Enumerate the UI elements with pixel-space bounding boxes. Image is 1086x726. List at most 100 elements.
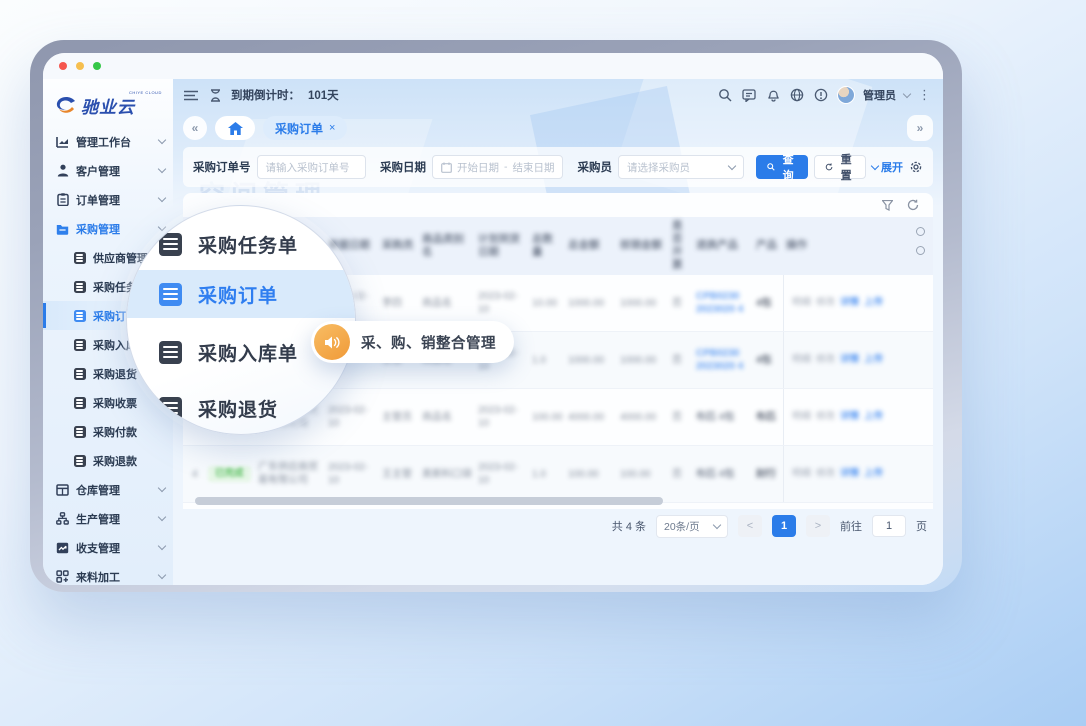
sidebar-item-收支管理[interactable]: 收支管理 bbox=[43, 533, 173, 562]
feature-tooltip: 采、购、销整合管理 bbox=[311, 321, 514, 363]
chevron-down-icon bbox=[158, 542, 166, 550]
tooltip-text: 采、购、销整合管理 bbox=[361, 332, 496, 353]
list-icon bbox=[74, 397, 86, 409]
chevron-down-icon bbox=[158, 484, 166, 492]
sidebar-item-管理工作台[interactable]: 管理工作台 bbox=[43, 127, 173, 156]
table-refresh-icon[interactable] bbox=[905, 197, 921, 213]
magnified-item-label: 采购退货 bbox=[198, 395, 278, 422]
sidebar-item-label: 管理工作台 bbox=[76, 134, 152, 150]
bell-icon[interactable] bbox=[765, 87, 781, 103]
column-header: 退换产品 bbox=[693, 239, 753, 252]
list-icon bbox=[74, 368, 86, 380]
row-action-详情[interactable]: 详情 bbox=[840, 411, 859, 423]
date-separator: - bbox=[504, 161, 508, 173]
sidebar-item-icon bbox=[56, 222, 69, 235]
row-actions: 明细修改详情上传 bbox=[783, 389, 927, 445]
globe-icon[interactable] bbox=[789, 87, 805, 103]
column-header: 是否开票 bbox=[669, 220, 693, 273]
table-cell: 100.00 bbox=[565, 468, 617, 481]
next-page-button[interactable]: > bbox=[806, 515, 830, 537]
traffic-light-close[interactable] bbox=[59, 62, 67, 70]
order-no-label: 采购订单号 bbox=[193, 159, 251, 175]
column-gear-icon[interactable] bbox=[916, 246, 925, 255]
list-icon bbox=[159, 341, 182, 364]
table-cell: 李四 bbox=[379, 297, 419, 310]
row-action-上传[interactable]: 上传 bbox=[864, 468, 883, 480]
sidebar-item-icon bbox=[73, 309, 86, 322]
search-icon[interactable] bbox=[717, 87, 733, 103]
row-action-上传[interactable]: 上传 bbox=[864, 354, 883, 366]
current-page-button[interactable]: 1 bbox=[772, 515, 796, 537]
date-range-input[interactable]: 开始日期 - 结束日期 bbox=[432, 155, 564, 179]
product-code-cell[interactable]: CPB0230 2023020 4 bbox=[693, 290, 753, 316]
magnified-menu-item-采购订单[interactable]: 采购订单 bbox=[127, 270, 355, 318]
column-gear-icon[interactable] bbox=[916, 227, 925, 236]
row-action-明细[interactable]: 明细 bbox=[792, 297, 811, 309]
chevron-down-icon bbox=[158, 136, 166, 144]
user-chevron-down-icon[interactable] bbox=[903, 89, 911, 97]
sidebar-item-采购退款[interactable]: 采购退款 bbox=[43, 446, 173, 475]
sidebar-item-订单管理[interactable]: 订单管理 bbox=[43, 185, 173, 214]
list-icon bbox=[159, 233, 182, 256]
magnifier-overlay: 采购任务单采购订单采购入库单采购退货 bbox=[126, 205, 356, 435]
column-config-icons[interactable] bbox=[916, 227, 925, 255]
row-action-修改[interactable]: 修改 bbox=[816, 354, 835, 366]
table-cell: 商品名 bbox=[419, 411, 475, 424]
filter-funnel-icon[interactable] bbox=[879, 197, 895, 213]
info-icon[interactable] bbox=[813, 87, 829, 103]
search-button-label: 查询 bbox=[779, 151, 797, 183]
row-action-修改[interactable]: 修改 bbox=[816, 297, 835, 309]
tabs-back-button[interactable]: « bbox=[183, 116, 207, 140]
chevron-down-icon bbox=[158, 165, 166, 173]
search-button[interactable]: 查询 bbox=[756, 155, 808, 179]
row-action-修改[interactable]: 修改 bbox=[816, 468, 835, 480]
order-no-input[interactable]: 请输入采购订单号 bbox=[257, 155, 366, 179]
row-action-明细[interactable]: 明细 bbox=[792, 354, 811, 366]
calendar-icon bbox=[441, 162, 452, 173]
sidebar-item-客户管理[interactable]: 客户管理 bbox=[43, 156, 173, 185]
more-menu-icon[interactable]: ⋮ bbox=[918, 87, 931, 103]
traffic-light-maximize[interactable] bbox=[93, 62, 101, 70]
tab-close-icon[interactable]: × bbox=[329, 122, 335, 134]
row-action-上传[interactable]: 上传 bbox=[864, 411, 883, 423]
table-cell: 2023-02-10 bbox=[475, 290, 529, 316]
sidebar-item-生产管理[interactable]: 生产管理 bbox=[43, 504, 173, 533]
sidebar-item-icon bbox=[73, 425, 86, 438]
prev-page-button[interactable]: < bbox=[738, 515, 762, 537]
page-size-select[interactable]: 20条/页 bbox=[656, 515, 728, 538]
sidebar-item-仓库管理[interactable]: 仓库管理 bbox=[43, 475, 173, 504]
row-action-明细[interactable]: 明细 bbox=[792, 411, 811, 423]
sidebar-item-来料加工[interactable]: 来料加工 bbox=[43, 562, 173, 585]
traffic-light-minimize[interactable] bbox=[76, 62, 84, 70]
tab-purchase-order[interactable]: 采购订单 × bbox=[263, 116, 347, 140]
tabs-forward-button[interactable]: » bbox=[907, 115, 933, 141]
user-avatar[interactable] bbox=[837, 86, 855, 104]
sidebar-item-icon bbox=[56, 512, 69, 525]
product-code-cell[interactable]: CPB0230 2023020 4 bbox=[693, 347, 753, 373]
goto-page-input[interactable]: 1 bbox=[872, 515, 906, 537]
page-unit-label: 页 bbox=[916, 518, 927, 534]
row-action-修改[interactable]: 修改 bbox=[816, 411, 835, 423]
sidebar-item-label: 来料加工 bbox=[76, 569, 152, 585]
row-action-详情[interactable]: 详情 bbox=[840, 297, 859, 309]
hourglass-icon bbox=[207, 87, 223, 103]
magnified-menu-item-采购退货[interactable]: 采购退货 bbox=[127, 386, 355, 430]
row-action-详情[interactable]: 详情 bbox=[840, 354, 859, 366]
hamburger-icon[interactable] bbox=[183, 87, 199, 103]
column-header-actions: 操作 bbox=[783, 239, 927, 252]
row-action-详情[interactable]: 详情 bbox=[840, 468, 859, 480]
expand-toggle[interactable]: 展开 bbox=[872, 159, 903, 175]
buyer-label: 采购员 bbox=[577, 159, 612, 175]
filter-settings-gear-icon[interactable] bbox=[909, 159, 923, 175]
reset-button[interactable]: 重置 bbox=[814, 155, 866, 179]
user-name[interactable]: 管理员 bbox=[863, 87, 896, 103]
magnified-menu-item-采购任务单[interactable]: 采购任务单 bbox=[127, 222, 355, 266]
message-icon[interactable] bbox=[741, 87, 757, 103]
table-cell: 100.00 bbox=[529, 411, 565, 424]
table-row[interactable]: 4已完成广东供应商贸易有限公司2023-02-10王主管奥斯料口袋2023-02… bbox=[183, 446, 933, 503]
horizontal-scrollbar[interactable] bbox=[195, 497, 663, 505]
home-tab-button[interactable] bbox=[215, 116, 255, 140]
row-action-明细[interactable]: 明细 bbox=[792, 468, 811, 480]
buyer-select[interactable]: 请选择采购员 bbox=[618, 155, 744, 179]
row-action-上传[interactable]: 上传 bbox=[864, 297, 883, 309]
